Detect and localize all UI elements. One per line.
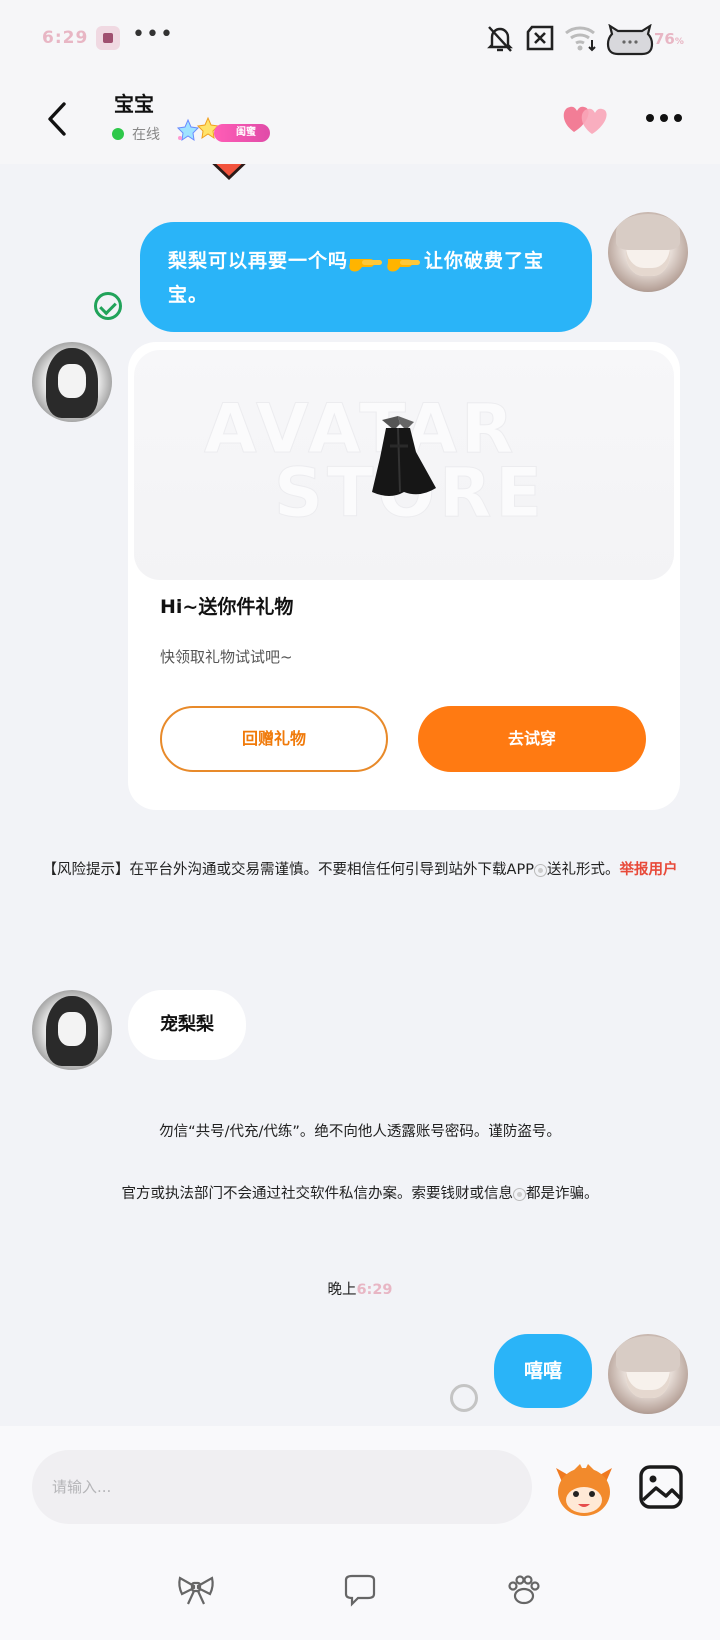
more-icon	[646, 114, 654, 122]
bow-tab-button[interactable]	[176, 1572, 216, 1608]
dot-icon	[533, 863, 547, 877]
system-notice: 勿信“共号/代充/代练”。绝不向他人透露账号密码。谨防盗号。	[159, 1124, 561, 1140]
status-bar: 6:29 ••• 76%	[0, 0, 720, 80]
image-picker-button[interactable]	[636, 1462, 686, 1512]
chevron-left-icon	[48, 102, 66, 136]
no-sim-icon	[526, 25, 554, 51]
contact-avatar[interactable]	[32, 342, 112, 422]
intimacy-hearts-button[interactable]	[560, 98, 610, 138]
dot-icon	[513, 1187, 526, 1201]
incoming-message-bubble[interactable]: 宠梨梨	[128, 990, 246, 1060]
badge-label: 闺蜜	[214, 124, 270, 142]
online-status: 在线	[132, 127, 160, 143]
speech-bubble-icon	[344, 1574, 376, 1607]
wifi-icon	[565, 26, 596, 52]
image-icon	[639, 1465, 683, 1509]
contact-name[interactable]: 宝宝	[114, 88, 154, 117]
paw-icon	[513, 1587, 535, 1605]
pointing-hand-emoji-icon	[349, 258, 383, 271]
gift-card[interactable]: AVATAR STORE Hi~送你件礼物 快领取礼物试试吧~ 回赠礼物 去试穿	[128, 342, 680, 810]
read-receipt-icon	[94, 292, 122, 320]
more-notifications-icon: •••	[132, 22, 174, 47]
try-on-button[interactable]: 去试穿	[418, 706, 646, 772]
sending-status-icon	[450, 1384, 478, 1412]
mascot-sticker-button[interactable]	[552, 1460, 616, 1520]
gift-subtitle: 快领取礼物试试吧~	[160, 648, 293, 666]
chat-header: 宝宝 在线 闺蜜	[0, 80, 720, 164]
gift-title: Hi~送你件礼物	[160, 596, 294, 618]
dress-item-icon	[372, 416, 436, 496]
gift-image[interactable]: AVATAR STORE	[134, 350, 674, 580]
mute-bell-icon	[487, 26, 513, 52]
return-gift-button[interactable]: 回赠礼物	[160, 706, 388, 772]
system-notice: 官方或执法部门不会通过社交软件私信办案。索要钱财或信息 都是诈骗。	[121, 1186, 599, 1202]
message-input[interactable]	[32, 1450, 532, 1524]
previous-message-tail	[212, 164, 246, 180]
self-avatar[interactable]	[608, 1334, 688, 1414]
outgoing-message-bubble[interactable]: 嘻嘻	[494, 1334, 592, 1408]
speech-tab-button[interactable]	[340, 1572, 380, 1608]
battery-icon	[606, 24, 654, 56]
paw-tab-button[interactable]	[504, 1572, 544, 1608]
input-bar	[0, 1426, 720, 1640]
app-notification-icon	[96, 26, 120, 50]
message-list[interactable]: 梨梨可以再要一个吗 让你破费了宝宝。 AVATAR STORE Hi~送你件礼物…	[0, 164, 720, 1426]
online-indicator	[112, 128, 124, 140]
heart-icon	[581, 108, 607, 134]
relationship-badge[interactable]: 闺蜜	[174, 116, 270, 146]
report-user-link[interactable]: 举报用户	[619, 862, 677, 878]
message-text: 梨梨可以再要一个吗	[168, 250, 349, 272]
status-time: 6:29	[42, 28, 89, 48]
battery-percent: 76%	[654, 30, 684, 48]
message-text: 嘻嘻	[523, 1360, 562, 1382]
contact-avatar[interactable]	[32, 990, 112, 1070]
outgoing-message-bubble[interactable]: 梨梨可以再要一个吗 让你破费了宝宝。	[140, 222, 592, 332]
message-text: 宠梨梨	[160, 1014, 214, 1035]
back-button[interactable]	[38, 94, 78, 144]
pointing-hand-emoji-icon	[387, 258, 421, 271]
more-options-button[interactable]	[644, 102, 684, 132]
risk-notice: 【风险提示】在平台外沟通或交易需谨慎。不要相信任何引导到站外下载APP 送礼形式。…	[42, 862, 678, 878]
timestamp: 晚上6:29	[327, 1282, 393, 1298]
self-avatar[interactable]	[608, 212, 688, 292]
